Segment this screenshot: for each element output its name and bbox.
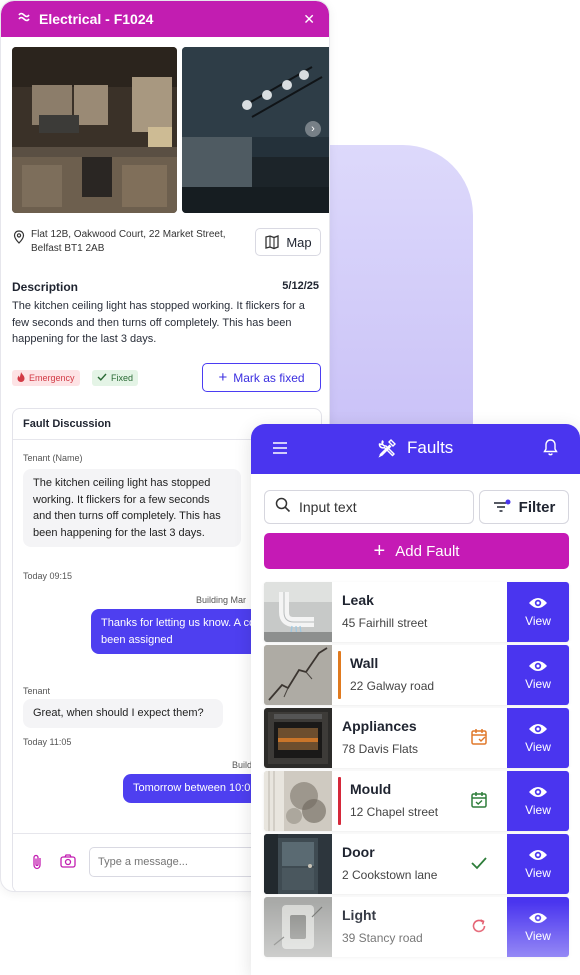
fault-title: Appliances — [342, 718, 417, 734]
message-author: Tenant — [23, 686, 51, 696]
description-text: The kitchen ceiling light has stopped wo… — [12, 300, 305, 345]
view-label: View — [525, 929, 551, 943]
faults-header: Faults — [251, 424, 580, 474]
fault-thumbnail — [264, 645, 332, 705]
view-label: View — [525, 614, 551, 628]
view-button[interactable]: View — [507, 834, 569, 894]
check-icon — [97, 373, 107, 383]
view-label: View — [525, 740, 551, 754]
filter-button[interactable]: Filter — [479, 490, 569, 524]
chevron-right-icon[interactable]: › — [305, 121, 321, 137]
camera-icon[interactable] — [60, 854, 76, 873]
view-button[interactable]: View — [507, 897, 569, 957]
calendar-x-icon — [470, 728, 488, 751]
eye-icon — [529, 724, 547, 734]
eye-icon — [529, 913, 547, 923]
fault-row[interactable]: Light 39 Stancy road View — [264, 897, 569, 957]
electrical-icon — [17, 10, 31, 29]
message-author: Building Mar — [196, 595, 247, 605]
filter-label: Filter — [518, 498, 556, 516]
fault-row[interactable]: Wall 22 Galway road View — [264, 645, 569, 705]
fault-title: Mould — [350, 781, 392, 797]
menu-icon[interactable] — [272, 441, 288, 460]
fault-address: 12 Chapel street — [350, 805, 439, 819]
eye-icon — [529, 850, 547, 860]
bell-icon[interactable] — [543, 439, 558, 461]
message-time: Today 09:15 — [23, 571, 73, 581]
fault-title: Leak — [342, 592, 374, 608]
message-time: Today 11:05 — [23, 737, 72, 747]
search-box: ✕ — [264, 490, 493, 524]
kitchen-photo[interactable] — [12, 47, 177, 213]
view-label: View — [525, 677, 551, 691]
message-bubble-incoming: The kitchen ceiling light has stopped wo… — [23, 469, 241, 547]
view-button[interactable]: View — [507, 708, 569, 768]
fault-title: Wall — [350, 655, 379, 671]
add-fault-button[interactable]: + Add Fault — [264, 533, 569, 569]
fixed-label: Fixed — [111, 373, 134, 383]
description-date: 5/12/25 — [282, 280, 319, 292]
emergency-badge: Emergency — [12, 370, 80, 386]
eye-icon — [529, 787, 547, 797]
fault-thumbnail — [264, 897, 332, 957]
view-button[interactable]: View — [507, 582, 569, 642]
search-input[interactable] — [299, 499, 480, 515]
search-icon — [275, 497, 291, 518]
refresh-icon — [470, 917, 488, 940]
map-label: Map — [286, 234, 312, 250]
mark-as-fixed-button[interactable]: + Mark as fixed — [202, 363, 321, 392]
fault-row[interactable]: Mould 12 Chapel street View — [264, 771, 569, 831]
calendar-check-icon — [470, 791, 488, 814]
plus-icon: + — [218, 369, 228, 386]
location-pin-icon — [13, 230, 25, 256]
priority-bar — [338, 651, 341, 699]
fault-address: 78 Davis Flats — [342, 742, 419, 756]
fault-address: 45 Fairhill street — [342, 616, 428, 630]
filter-icon — [493, 499, 511, 512]
priority-bar — [338, 777, 341, 825]
description-title: Description — [12, 280, 79, 294]
fault-row[interactable]: Leak 45 Fairhill street View — [264, 582, 569, 642]
fault-row[interactable]: Door 2 Cookstown lane View — [264, 834, 569, 894]
tools-icon — [378, 439, 396, 458]
fire-icon — [17, 372, 25, 384]
check-icon — [470, 854, 488, 877]
add-fault-label: Add Fault — [395, 542, 460, 560]
fault-thumbnail — [264, 834, 332, 894]
plus-icon: + — [373, 540, 386, 562]
map-icon — [265, 235, 279, 250]
fault-address: 2 Cookstown lane — [342, 868, 438, 882]
close-icon[interactable]: ✕ — [303, 11, 315, 28]
emergency-label: Emergency — [29, 373, 75, 383]
view-label: View — [525, 866, 551, 880]
message-bubble-incoming: Great, when should I expect them? — [23, 699, 223, 728]
faults-title: Faults — [407, 438, 454, 457]
view-button[interactable]: View — [507, 771, 569, 831]
fault-address: 39 Stancy road — [342, 931, 423, 945]
eye-icon — [529, 598, 547, 608]
fixed-badge: Fixed — [92, 370, 139, 386]
fault-thumbnail — [264, 708, 332, 768]
fault-detail-title: Electrical - F1024 — [39, 11, 154, 27]
fault-address: 22 Galway road — [350, 679, 435, 693]
attach-icon[interactable] — [31, 854, 43, 875]
view-button[interactable]: View — [507, 645, 569, 705]
fault-detail-header: Electrical - F1024 ✕ — [1, 1, 329, 37]
eye-icon — [529, 661, 547, 671]
fault-thumbnail — [264, 582, 332, 642]
mark-as-fixed-label: Mark as fixed — [233, 370, 305, 385]
fault-title: Light — [342, 907, 377, 923]
message-author: Build — [232, 760, 253, 770]
message-author: Tenant (Name) — [23, 453, 83, 463]
fault-thumbnail — [264, 771, 332, 831]
address: Flat 12B, Oakwood Court, 22 Market Stree… — [13, 228, 243, 256]
fault-row[interactable]: Appliances 78 Davis Flats View — [264, 708, 569, 768]
view-label: View — [525, 803, 551, 817]
photo-gallery[interactable]: › — [12, 47, 329, 213]
address-text: Flat 12B, Oakwood Court, 22 Market Stree… — [31, 229, 226, 254]
map-button[interactable]: Map — [255, 228, 321, 256]
fault-title: Door — [342, 844, 375, 860]
faults-panel: Faults ✕ Filter + Add Fault Leak 45 Fair… — [251, 424, 580, 975]
faults-title-wrap: Faults — [377, 438, 453, 458]
